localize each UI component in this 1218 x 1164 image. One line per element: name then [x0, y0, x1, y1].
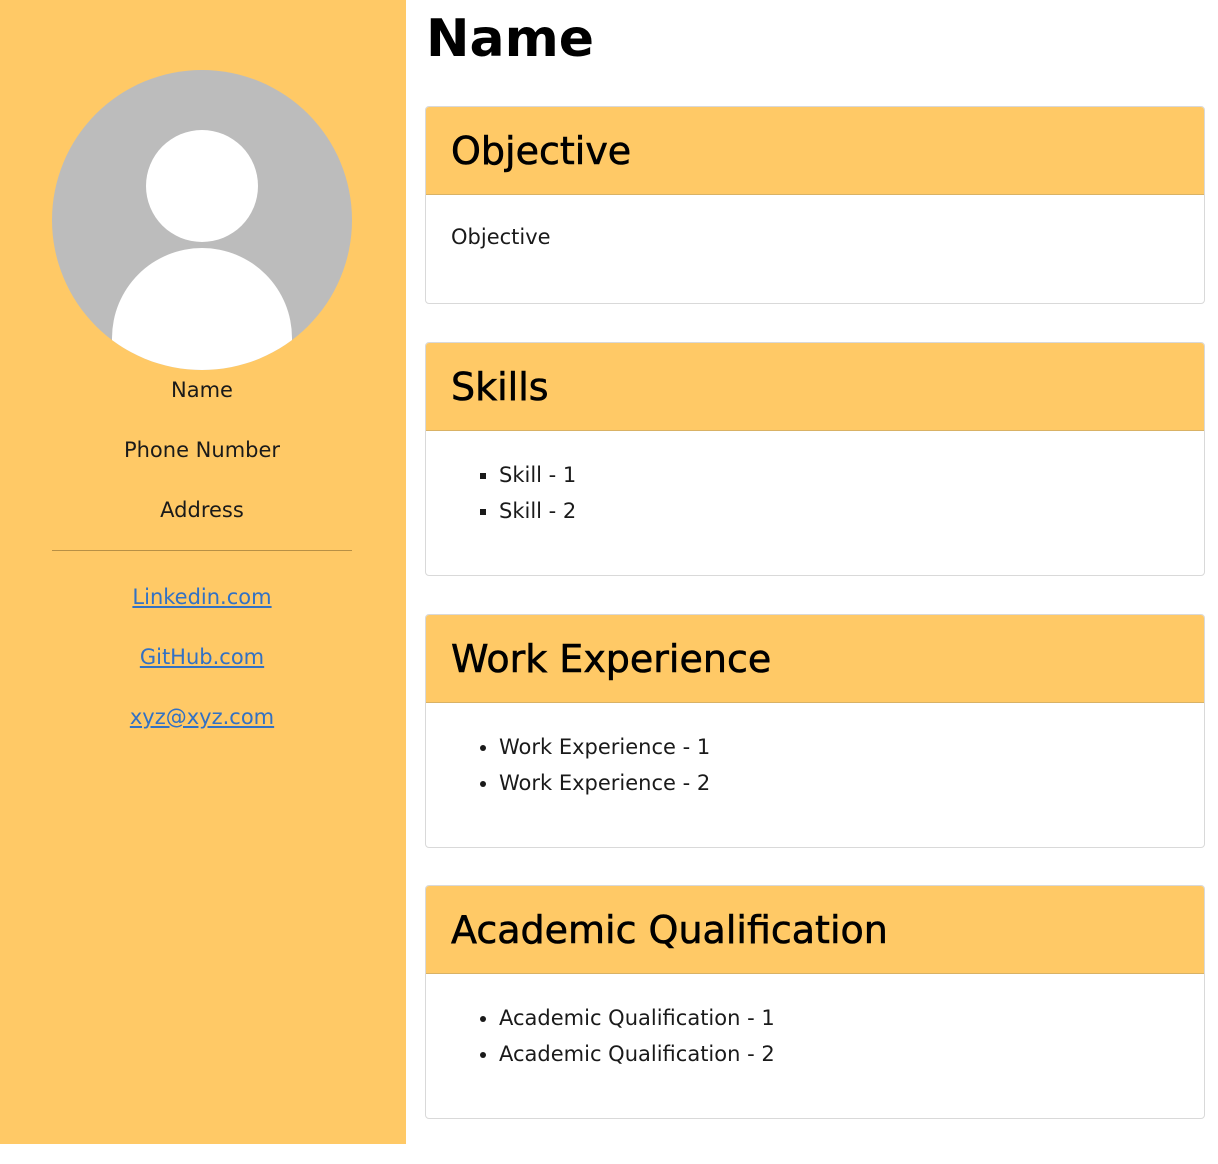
- page-title: Name: [426, 9, 595, 69]
- skills-list: Skill - 1 Skill - 2: [451, 457, 1179, 529]
- academic-qualification-card-body: Academic Qualification - 1 Academic Qual…: [426, 974, 1204, 1072]
- github-link[interactable]: GitHub.com: [140, 645, 264, 669]
- objective-text: Objective: [451, 225, 551, 249]
- academic-qualification-list: Academic Qualification - 1 Academic Qual…: [451, 1000, 1179, 1072]
- skills-card-body: Skill - 1 Skill - 2: [426, 431, 1204, 529]
- objective-card-body: Objective: [426, 195, 1204, 255]
- list-item: Academic Qualification - 1: [499, 1000, 1179, 1036]
- work-experience-heading: Work Experience: [451, 636, 772, 681]
- objective-card: Objective Objective: [425, 106, 1205, 304]
- avatar-head-shape: [146, 130, 258, 242]
- academic-qualification-heading: Academic Qualification: [451, 907, 888, 952]
- sidebar-address: Address: [160, 498, 244, 522]
- sidebar-name: Name: [171, 378, 233, 402]
- avatar-body-shape: [112, 248, 292, 370]
- work-experience-card-header: Work Experience: [426, 615, 1204, 703]
- list-item: Skill - 1: [499, 457, 1179, 493]
- user-avatar-icon: [52, 70, 352, 370]
- linkedin-link-row: Linkedin.com: [0, 585, 404, 609]
- list-item: Academic Qualification - 2: [499, 1036, 1179, 1072]
- list-item: Work Experience - 2: [499, 765, 1179, 801]
- list-item: Work Experience - 1: [499, 729, 1179, 765]
- work-experience-card: Work Experience Work Experience - 1 Work…: [425, 614, 1205, 848]
- sidebar-divider: [52, 550, 352, 551]
- academic-qualification-card: Academic Qualification Academic Qualific…: [425, 885, 1205, 1119]
- sidebar-phone: Phone Number: [123, 438, 281, 462]
- email-link[interactable]: xyz@xyz.com: [130, 705, 274, 729]
- skills-heading: Skills: [451, 364, 549, 409]
- list-item: Skill - 2: [499, 493, 1179, 529]
- work-experience-card-body: Work Experience - 1 Work Experience - 2: [426, 703, 1204, 801]
- skills-card: Skills Skill - 1 Skill - 2: [425, 342, 1205, 576]
- github-link-row: GitHub.com: [0, 645, 404, 669]
- email-link-row: xyz@xyz.com: [0, 705, 404, 729]
- skills-card-header: Skills: [426, 343, 1204, 431]
- work-experience-list: Work Experience - 1 Work Experience - 2: [451, 729, 1179, 801]
- sidebar: Name Phone Number Address Linkedin.com G…: [0, 0, 406, 1144]
- objective-card-header: Objective: [426, 107, 1204, 195]
- linkedin-link[interactable]: Linkedin.com: [132, 585, 271, 609]
- academic-qualification-card-header: Academic Qualification: [426, 886, 1204, 974]
- objective-heading: Objective: [451, 128, 632, 173]
